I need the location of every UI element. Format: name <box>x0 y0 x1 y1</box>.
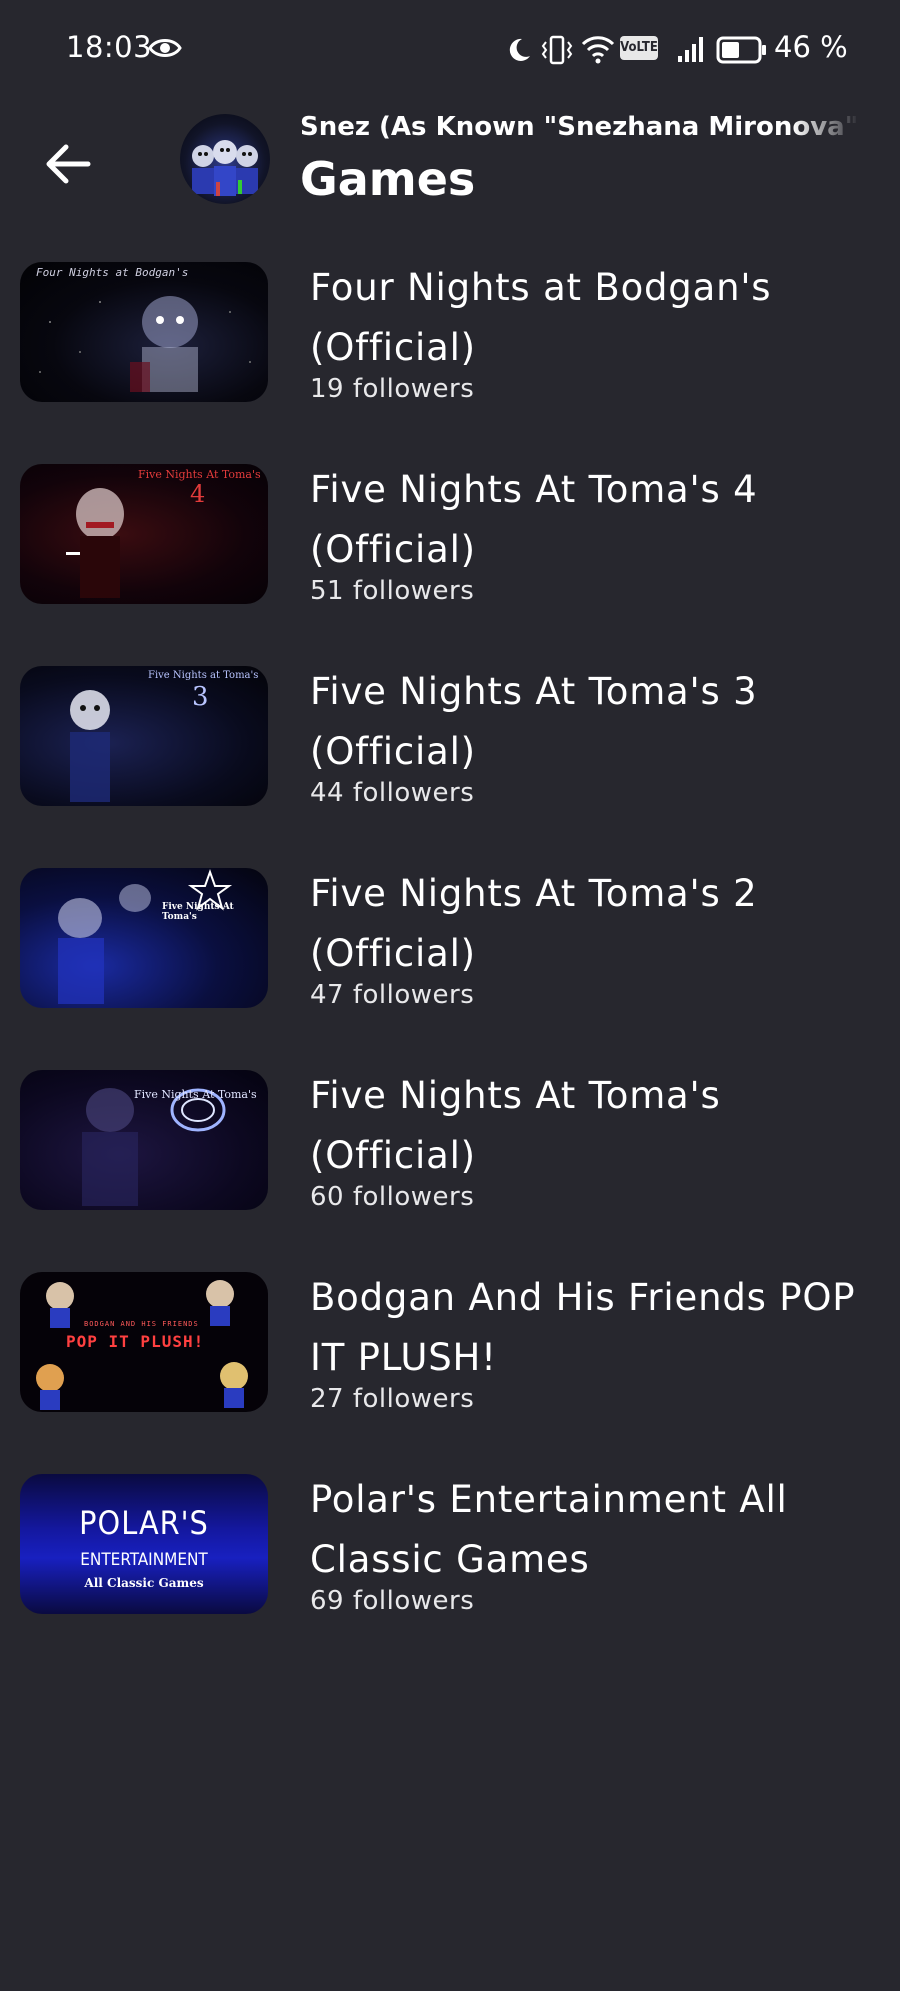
thumbnail-art-icon <box>58 869 233 1004</box>
thumbnail-art-icon <box>66 488 124 598</box>
game-thumbnail: Five Nights At Toma's <box>20 868 268 1008</box>
followers-count: 69 followers <box>310 1586 475 1616</box>
game-title-line: (Official) <box>310 1134 476 1177</box>
game-title: Five Nights At Toma's 4 (Official) <box>310 460 880 580</box>
page-title: Games <box>300 152 476 206</box>
list-item[interactable]: Five Nights At Toma's 4 Five Nights At T… <box>0 460 900 640</box>
signal-icon <box>678 37 703 62</box>
followers-count: 44 followers <box>310 778 475 808</box>
thumbnail-caption: Five Nights At Toma's <box>162 902 234 922</box>
thumbnail-caption-2: ENTERTAINMENT <box>80 1550 208 1570</box>
list-item[interactable]: Five Nights At Toma's Five Nights At Tom… <box>0 1066 900 1246</box>
game-title-line: Bodgan And His Friends POP <box>310 1276 856 1319</box>
thumbnail-art-icon <box>70 690 110 802</box>
list-item[interactable]: Five Nights at Toma's 3 Five Nights At T… <box>0 662 900 842</box>
thumbnail-number: 4 <box>190 480 206 508</box>
followers-count: 47 followers <box>310 980 475 1010</box>
thumbnail-number: 3 <box>192 682 209 712</box>
list-item[interactable]: Four Nights at Bodgan's Four Nights at B… <box>0 258 900 438</box>
header: Snez (As Known "Snezhana Mironova") #g G… <box>0 100 900 220</box>
game-title-line: (Official) <box>310 326 476 369</box>
status-time: 18:03 <box>66 30 153 64</box>
game-title: Bodgan And His Friends POP IT PLUSH! <box>310 1268 880 1388</box>
vibrate-icon <box>541 35 573 65</box>
game-title: Five Nights At Toma's 2 (Official) <box>310 864 880 984</box>
game-title-line: Five Nights At Toma's 2 <box>310 872 758 915</box>
thumbnail-art-icon <box>39 296 251 392</box>
back-arrow-icon[interactable] <box>40 136 96 192</box>
wifi-icon <box>581 36 615 64</box>
game-thumbnail: Four Nights at Bodgan's <box>20 262 268 402</box>
thumbnail-caption: Five Nights at Toma's <box>148 670 259 681</box>
moon-icon <box>509 38 530 61</box>
game-title: Five Nights At Toma's 3 (Official) <box>310 662 880 782</box>
followers-count: 19 followers <box>310 374 475 404</box>
thumbnail-caption-small: BODGAN AND HIS FRIENDS <box>84 1320 199 1328</box>
game-thumbnail: BODGAN AND HIS FRIENDS POP IT PLUSH! <box>20 1272 268 1412</box>
game-title-line: (Official) <box>310 932 476 975</box>
list-item[interactable]: BODGAN AND HIS FRIENDS POP IT PLUSH! Bod… <box>0 1268 900 1448</box>
header-subtitle: Snez (As Known "Snezhana Mironova") #g <box>300 112 860 142</box>
game-title-line: Five Nights At Toma's 4 <box>310 468 758 511</box>
thumbnail-caption: POLAR'S <box>79 1504 209 1542</box>
thumbnail-caption: Five Nights At Toma's <box>134 1088 257 1101</box>
game-title-line: Polar's Entertainment All <box>310 1478 788 1521</box>
avatar-characters-icon <box>192 140 258 196</box>
thumbnail-caption: Four Nights at Bodgan's <box>36 266 189 279</box>
game-title-line: Five Nights At Toma's <box>310 1074 721 1117</box>
followers-count: 60 followers <box>310 1182 475 1212</box>
battery-percentage: 46 % <box>774 30 848 64</box>
game-title-line: IT PLUSH! <box>310 1336 497 1379</box>
game-thumbnail: POLAR'S ENTERTAINMENT All Classic Games <box>20 1474 268 1614</box>
game-thumbnail: Five Nights At Toma's 4 <box>20 464 268 604</box>
eye-icon <box>148 39 182 57</box>
game-title: Five Nights At Toma's (Official) <box>310 1066 880 1186</box>
game-title: Polar's Entertainment All Classic Games <box>310 1470 880 1590</box>
game-title-line: (Official) <box>310 730 476 773</box>
followers-count: 27 followers <box>310 1384 475 1414</box>
avatar[interactable] <box>180 114 270 204</box>
game-title: Four Nights at Bodgan's (Official) <box>310 258 880 378</box>
thumbnail-caption: POP IT PLUSH! <box>66 1332 205 1351</box>
game-thumbnail: Five Nights at Toma's 3 <box>20 666 268 806</box>
game-title-line: Classic Games <box>310 1538 590 1581</box>
game-title-line: (Official) <box>310 528 476 571</box>
followers-count: 51 followers <box>310 576 475 606</box>
volte-icon: VoLTE <box>620 36 658 60</box>
game-title-line: Four Nights at Bodgan's <box>310 266 772 309</box>
game-thumbnail: Five Nights At Toma's <box>20 1070 268 1210</box>
list-item[interactable]: Five Nights At Toma's Five Nights At Tom… <box>0 864 900 1044</box>
thumbnail-caption-3: All Classic Games <box>84 1576 204 1590</box>
list-item[interactable]: POLAR'S ENTERTAINMENT All Classic Games … <box>0 1470 900 1650</box>
status-bar: 18:03 VoLTE 46 % <box>0 0 900 100</box>
battery-icon <box>716 36 766 64</box>
game-title-line: Five Nights At Toma's 3 <box>310 670 758 713</box>
